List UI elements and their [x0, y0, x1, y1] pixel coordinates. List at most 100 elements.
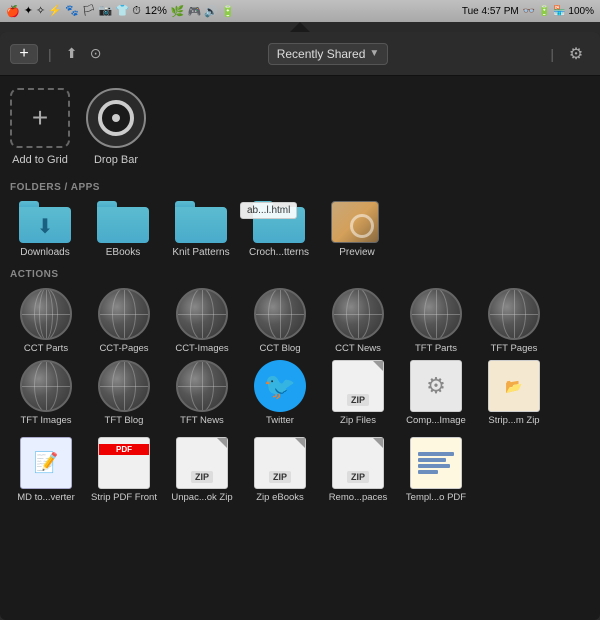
hover-tooltip: ab...l.html [240, 202, 297, 219]
toolbar: + | ⬆ ⊙ Recently Shared ▼ | ⚙ [0, 32, 600, 76]
add-to-grid-label: Add to Grid [12, 154, 68, 166]
actions-section-header: ACTIONS [10, 269, 590, 280]
action-strip-zip[interactable]: 📂 Strip...m Zip [478, 360, 550, 426]
action-label: Twitter [266, 415, 294, 426]
action-label: CCT Parts [24, 343, 68, 354]
action-label: MD to...verter [17, 492, 75, 503]
dropdown-label: Recently Shared [277, 47, 366, 61]
pdf-label: PDF [99, 444, 149, 455]
drop-bar-icon [86, 88, 146, 148]
globe-icon [488, 288, 540, 340]
gear-separator: | [550, 46, 554, 62]
action-remove-spaces[interactable]: ZIP Remo...paces [322, 437, 394, 503]
folder-label: EBooks [106, 247, 140, 259]
action-tft-news[interactable]: TFT News [166, 360, 238, 426]
drop-bar-inner [98, 100, 134, 136]
drop-bar-dot [112, 114, 120, 122]
globe-icon [176, 288, 228, 340]
action-tft-parts[interactable]: TFT Parts [400, 288, 472, 354]
zip-badge: ZIP [347, 471, 369, 483]
md-icon: 📝 [20, 437, 72, 489]
action-label: CCT Blog [259, 343, 300, 354]
action-strip-pdf[interactable]: PDF Strip PDF Front [88, 437, 160, 503]
action-tft-blog[interactable]: TFT Blog [88, 360, 160, 426]
settings-gear-button[interactable]: ⚙ [562, 44, 590, 64]
compress-image-icon: ⚙ [410, 360, 462, 412]
action-label: TFT Parts [415, 343, 457, 354]
folder-downloads-icon: ⬇ [19, 201, 71, 243]
globe-icon [98, 288, 150, 340]
action-twitter[interactable]: 🐦 Twitter [244, 360, 316, 426]
add-to-grid-icon: + [10, 88, 70, 148]
twitter-bird-icon: 🐦 [254, 360, 306, 412]
folder-body [97, 207, 149, 243]
sync-icon[interactable]: ⊙ [86, 44, 106, 64]
apple-icon: 🍎 [6, 5, 20, 18]
action-zip-ebooks[interactable]: ZIP Zip eBooks [244, 437, 316, 503]
folder-label: Croch...tterns [249, 247, 309, 259]
chevron-down-icon: ▼ [369, 48, 379, 59]
globe-icon [332, 288, 384, 340]
recently-shared-dropdown[interactable]: Recently Shared ▼ [268, 43, 389, 65]
action-cct-blog[interactable]: CCT Blog [244, 288, 316, 354]
action-label: TFT Images [20, 415, 71, 426]
action-unpack-zip[interactable]: ZIP Unpac...ok Zip [166, 437, 238, 503]
action-label: TFT Pages [491, 343, 538, 354]
folder-body [175, 207, 227, 243]
action-label: Strip...m Zip [488, 415, 539, 426]
folder-ebooks[interactable]: EBooks [88, 201, 158, 259]
action-label: Remo...paces [329, 492, 388, 503]
add-to-grid-item[interactable]: + Add to Grid [10, 88, 70, 166]
action-label: Zip eBooks [256, 492, 304, 503]
add-button[interactable]: + [10, 44, 38, 64]
bar [418, 458, 446, 462]
drop-bar-item[interactable]: Drop Bar [86, 88, 146, 166]
zip-fold [373, 438, 383, 448]
action-cct-parts[interactable]: CCT Parts [10, 288, 82, 354]
up-icon[interactable]: ⬆ [62, 44, 82, 64]
folder-knit-patterns[interactable]: Knit Patterns [166, 201, 236, 259]
folder-ebooks-icon [97, 201, 149, 243]
folder-preview[interactable]: Preview [322, 201, 392, 259]
menubar-right: Tue 4:57 PM 👓 🔋 🏪 100% [462, 6, 594, 17]
globe-icon [410, 288, 462, 340]
strip-zip-icon: 📂 [488, 360, 540, 412]
action-tft-pages[interactable]: TFT Pages [478, 288, 550, 354]
menubar-icons: ✦ ✧ ⚡ 🐾 🏳 📷 👕 ⏱ [24, 4, 141, 18]
action-md-converter[interactable]: 📝 MD to...verter [10, 437, 82, 503]
action-label: CCT-Images [175, 343, 228, 354]
globe-icon [20, 288, 72, 340]
folder-preview-icon [331, 201, 383, 243]
bar [418, 464, 450, 468]
bar [418, 470, 438, 474]
zip-fold [373, 361, 383, 371]
toolbar-icon-group: ⬆ ⊙ [62, 44, 106, 64]
folder-downloads[interactable]: ⬇ Downloads [10, 201, 80, 259]
action-label: Zip Files [340, 415, 376, 426]
action-label: TFT Blog [105, 415, 144, 426]
remove-spaces-icon: ZIP [332, 437, 384, 489]
content-area: + Add to Grid Drop Bar FOLDERS / APPS ab… [0, 76, 600, 620]
download-arrow-icon: ⬇ [37, 214, 54, 239]
folder-label: Downloads [20, 247, 69, 259]
top-action-row: + Add to Grid Drop Bar [10, 84, 590, 170]
folder-label: Knit Patterns [172, 247, 229, 259]
globe-icon [176, 360, 228, 412]
action-zip-files[interactable]: ZIP Zip Files [322, 360, 394, 426]
toolbar-separator: | [48, 46, 52, 62]
plus-icon: + [32, 102, 48, 134]
menubar-left: 🍎 ✦ ✧ ⚡ 🐾 🏳 📷 👕 ⏱ 12% 🌿 🎮 🔊 🔋 [6, 4, 235, 18]
action-cct-news[interactable]: CCT News [322, 288, 394, 354]
action-label: CCT-Pages [99, 343, 148, 354]
zip-fold [217, 438, 227, 448]
action-template-pdf[interactable]: Templ...o PDF [400, 437, 472, 503]
action-cct-pages[interactable]: CCT-Pages [88, 288, 160, 354]
action-compress-image[interactable]: ⚙ Comp...Image [400, 360, 472, 426]
template-bars [414, 448, 458, 478]
zip-badge: ZIP [191, 471, 213, 483]
main-panel: + | ⬆ ⊙ Recently Shared ▼ | ⚙ + Add to G… [0, 32, 600, 620]
menubar-more-icons: 🌿 🎮 🔊 🔋 [171, 5, 235, 18]
action-cct-images[interactable]: CCT-Images [166, 288, 238, 354]
action-tft-images[interactable]: TFT Images [10, 360, 82, 426]
drop-bar-label: Drop Bar [94, 154, 138, 166]
